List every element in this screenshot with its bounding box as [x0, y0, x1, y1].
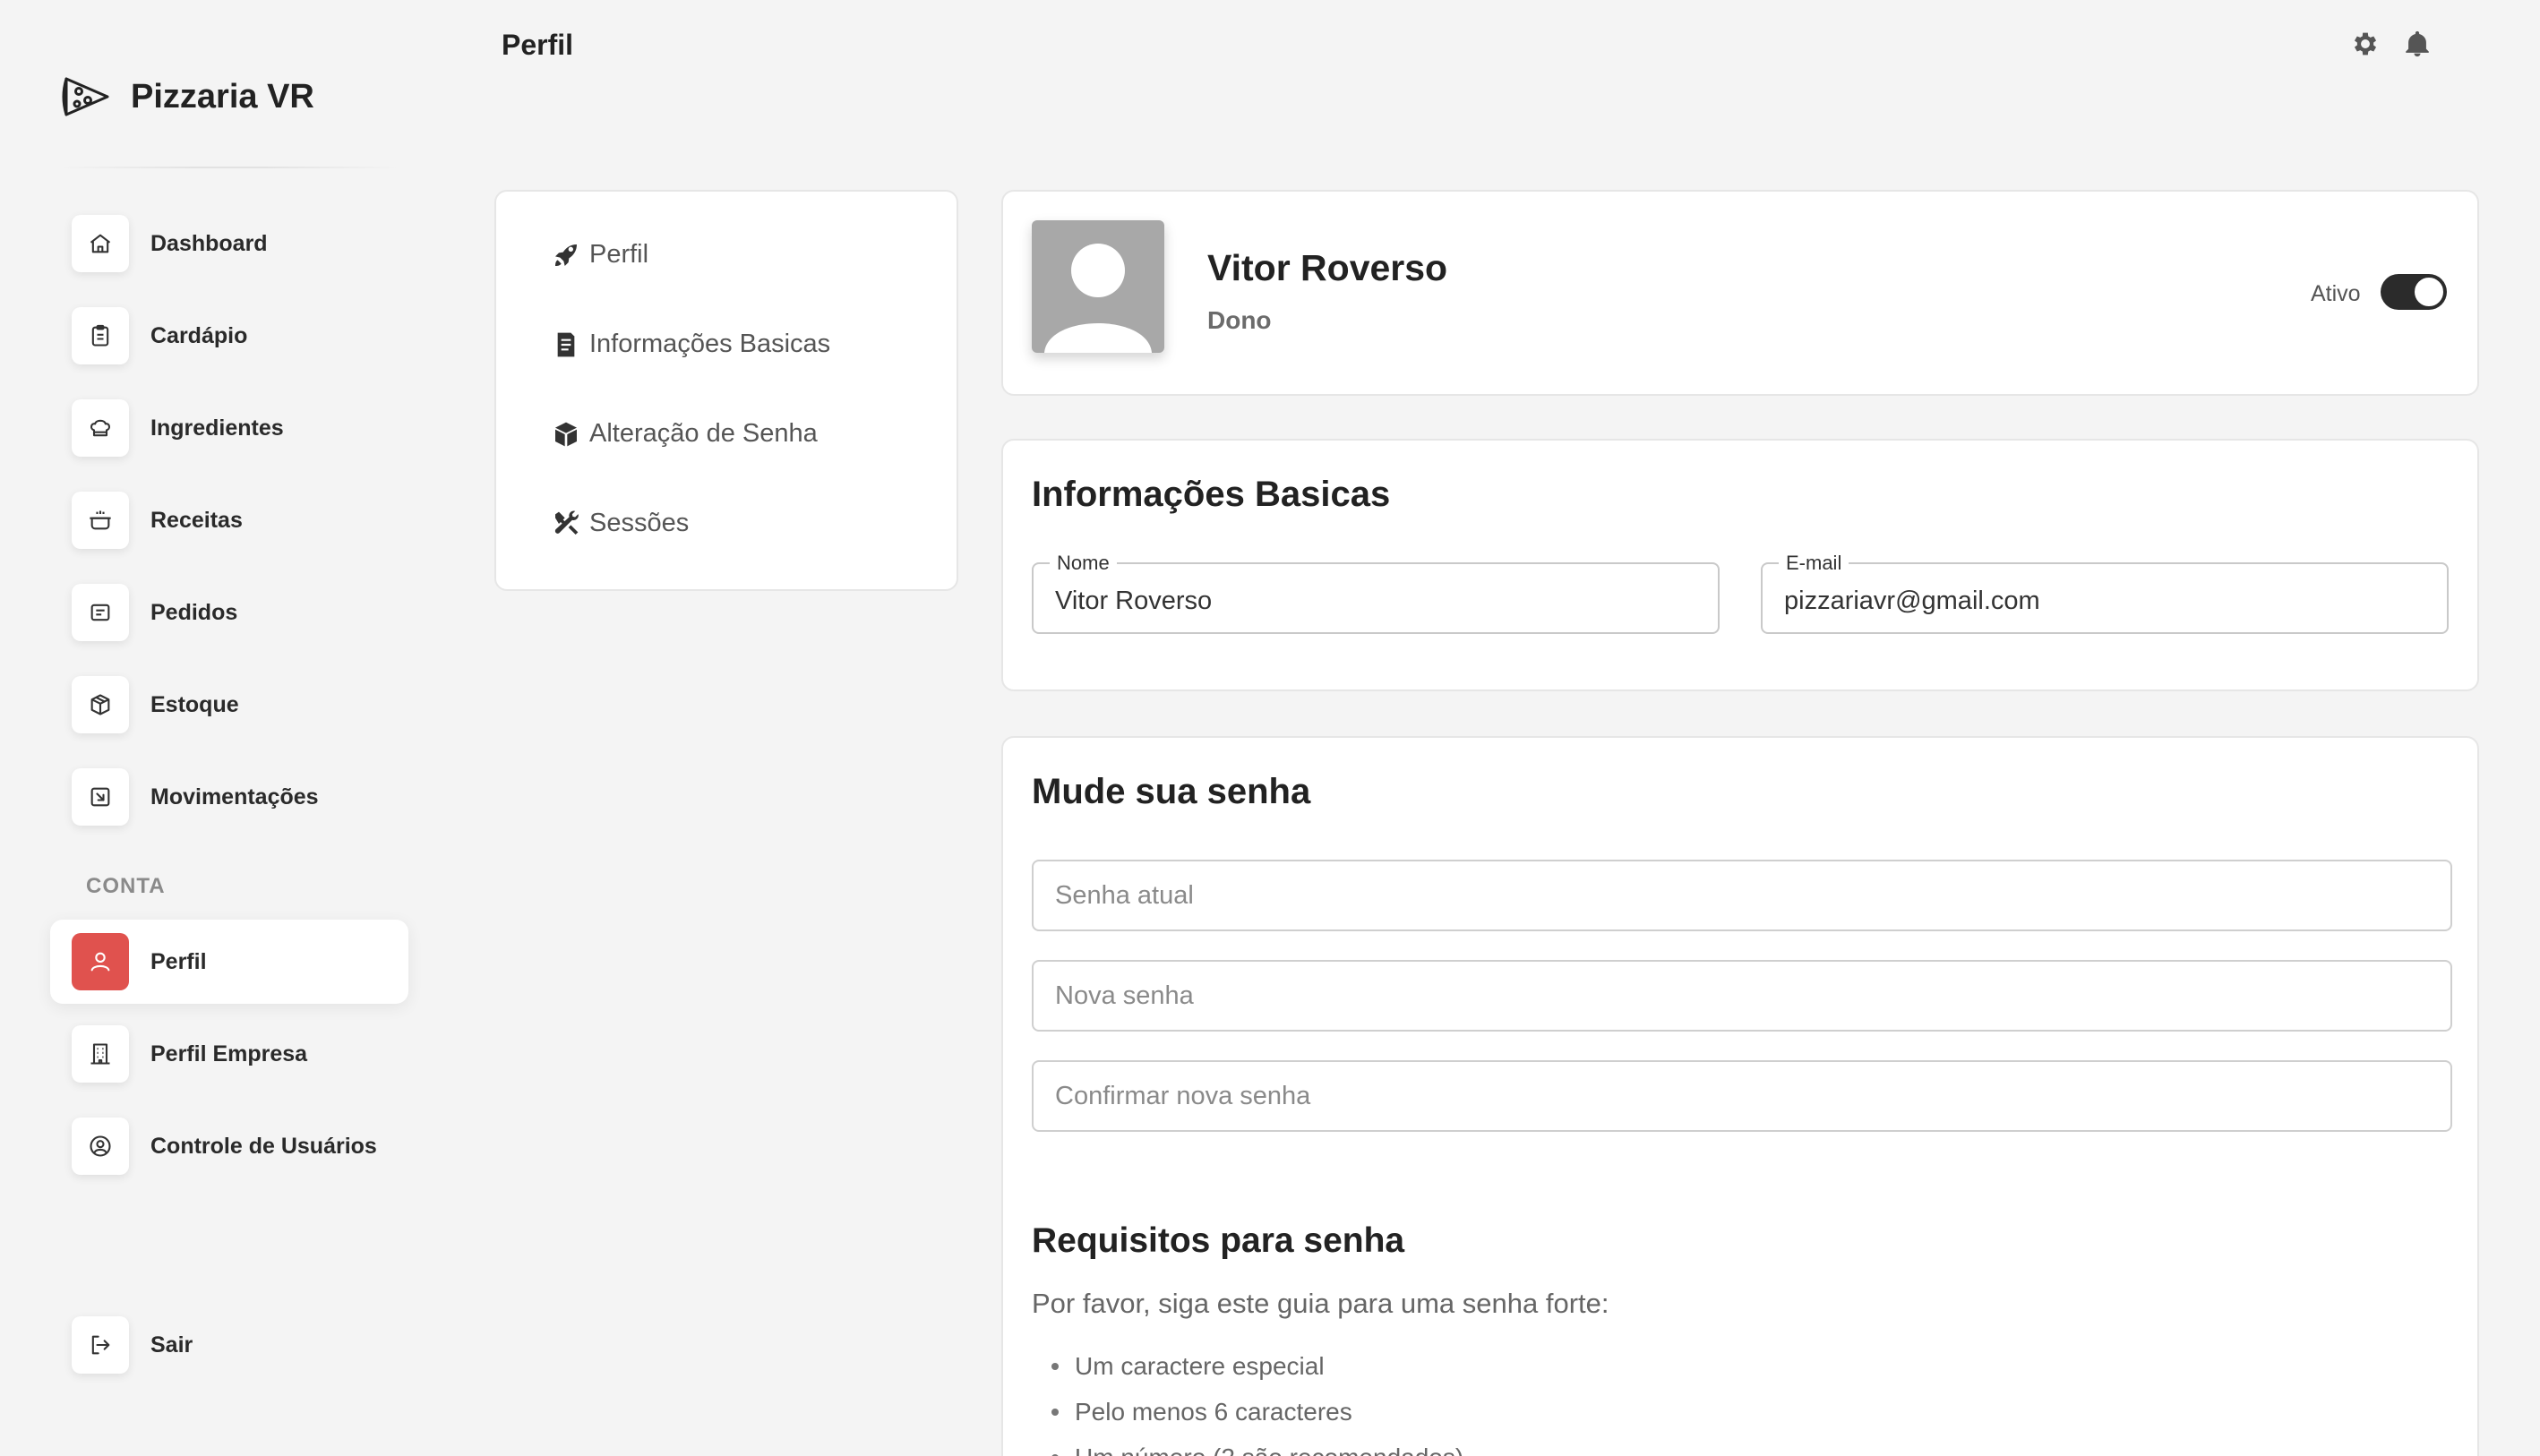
- email-input[interactable]: [1763, 564, 2447, 632]
- requirement-item: Um número (2 são recomendados): [1032, 1435, 1463, 1456]
- password-title: Mude sua senha: [1032, 772, 1311, 811]
- current-password-field[interactable]: [1032, 860, 2452, 931]
- sidebar-item-perfil[interactable]: Perfil: [50, 920, 408, 1004]
- user-silhouette-icon: [1044, 244, 1152, 353]
- sidebar-item-label: Dashboard: [150, 230, 268, 256]
- subnav-item-label: Informações Basicas: [589, 330, 831, 358]
- password-card: Mude sua senha Requisitos para senha Por…: [1001, 736, 2479, 1456]
- subnav-item-informacoes-basicas[interactable]: Informações Basicas: [552, 330, 830, 359]
- sidebar-item-dashboard[interactable]: Dashboard: [50, 201, 408, 286]
- rocket-icon: [555, 244, 577, 266]
- requirements-text: Por favor, siga este guia para uma senha…: [1032, 1288, 1609, 1319]
- subnav-item-label: Perfil: [589, 240, 649, 269]
- sidebar-item-receitas[interactable]: Receitas: [50, 478, 408, 562]
- sidebar-item-label: Pedidos: [150, 599, 238, 625]
- sidebar-section-label: CONTA: [86, 874, 166, 898]
- confirm-password-field[interactable]: [1032, 1060, 2452, 1132]
- sidebar-item-label: Estoque: [150, 691, 239, 717]
- sidebar-item-movimentacoes[interactable]: Movimentações: [50, 755, 408, 839]
- user-role: Dono: [1207, 306, 1272, 334]
- status-label: Ativo: [2311, 281, 2361, 306]
- chef-hat-icon: [72, 399, 129, 457]
- sidebar-item-cardapio[interactable]: Cardápio: [50, 294, 408, 378]
- toggle-knob: [2413, 276, 2445, 308]
- subnav-item-perfil[interactable]: Perfil: [552, 240, 648, 270]
- sidebar-divider: [59, 167, 399, 168]
- tools-icon: [554, 510, 579, 535]
- new-password-input[interactable]: [1034, 962, 2450, 1030]
- active-toggle[interactable]: [2381, 274, 2447, 310]
- sidebar-item-label: Controle de Usuários: [150, 1133, 377, 1159]
- pot-icon: [72, 492, 129, 549]
- name-input[interactable]: [1034, 564, 1718, 632]
- brand-name: Pizzaria VR: [131, 77, 314, 116]
- subnav-item-label: Sessões: [589, 509, 690, 537]
- logout-icon: [72, 1316, 129, 1374]
- requirement-item: Um caractere especial: [1032, 1343, 1463, 1389]
- basic-info-card: Informações Basicas Nome E-mail: [1001, 439, 2479, 691]
- clipboard-icon: [72, 307, 129, 364]
- sidebar-item-controle-usuarios[interactable]: Controle de Usuários: [50, 1104, 408, 1188]
- avatar: [1032, 220, 1164, 353]
- brand[interactable]: Pizzaria VR: [59, 70, 314, 124]
- home-icon: [72, 215, 129, 272]
- sidebar-item-label: Ingredientes: [150, 415, 284, 441]
- cube-icon: [555, 422, 577, 446]
- subnav-item-alteracao-senha[interactable]: Alteração de Senha: [552, 419, 818, 449]
- sidebar-item-label: Perfil Empresa: [150, 1041, 308, 1066]
- receipt-icon: [72, 584, 129, 641]
- user-icon: [72, 933, 129, 990]
- sidebar-item-label: Cardápio: [150, 322, 248, 348]
- email-field[interactable]: E-mail: [1761, 552, 2449, 634]
- current-password-input[interactable]: [1034, 861, 2450, 929]
- sidebar-item-sair[interactable]: Sair: [50, 1303, 408, 1387]
- subnav-item-sessoes[interactable]: Sessões: [552, 509, 689, 538]
- bell-icon[interactable]: [2402, 29, 2433, 59]
- subnav-item-label: Alteração de Senha: [589, 419, 818, 448]
- document-icon: [557, 332, 575, 356]
- sidebar-item-label: Sair: [150, 1332, 193, 1358]
- box-icon: [72, 676, 129, 733]
- sidebar-item-label: Movimentações: [150, 784, 319, 809]
- confirm-password-input[interactable]: [1034, 1062, 2450, 1130]
- arrow-down-right-icon: [72, 768, 129, 826]
- basic-info-title: Informações Basicas: [1032, 475, 1391, 514]
- name-field[interactable]: Nome: [1032, 552, 1720, 634]
- sidebar-item-pedidos[interactable]: Pedidos: [50, 570, 408, 655]
- sidebar-item-estoque[interactable]: Estoque: [50, 663, 408, 747]
- page-title: Perfil: [502, 29, 574, 61]
- profile-card: Vitor Roverso Dono Ativo: [1001, 190, 2479, 396]
- pizza-slice-icon: [62, 77, 109, 116]
- gear-icon[interactable]: [2350, 29, 2381, 59]
- requirement-item: Pelo menos 6 caracteres: [1032, 1389, 1463, 1435]
- sidebar-item-ingredientes[interactable]: Ingredientes: [50, 386, 408, 470]
- building-icon: [72, 1025, 129, 1083]
- requirements-title: Requisitos para senha: [1032, 1221, 1405, 1260]
- sidebar-item-perfil-empresa[interactable]: Perfil Empresa: [50, 1012, 408, 1096]
- user-circle-icon: [72, 1118, 129, 1175]
- requirements-list: Um caractere especial Pelo menos 6 carac…: [1032, 1343, 1463, 1456]
- new-password-field[interactable]: [1032, 960, 2452, 1032]
- sidebar-item-label: Perfil: [150, 948, 207, 974]
- sidebar-item-label: Receitas: [150, 507, 243, 533]
- profile-subnav: Perfil Informações Basicas Alteração de …: [494, 190, 958, 591]
- user-name: Vitor Roverso: [1207, 247, 1448, 288]
